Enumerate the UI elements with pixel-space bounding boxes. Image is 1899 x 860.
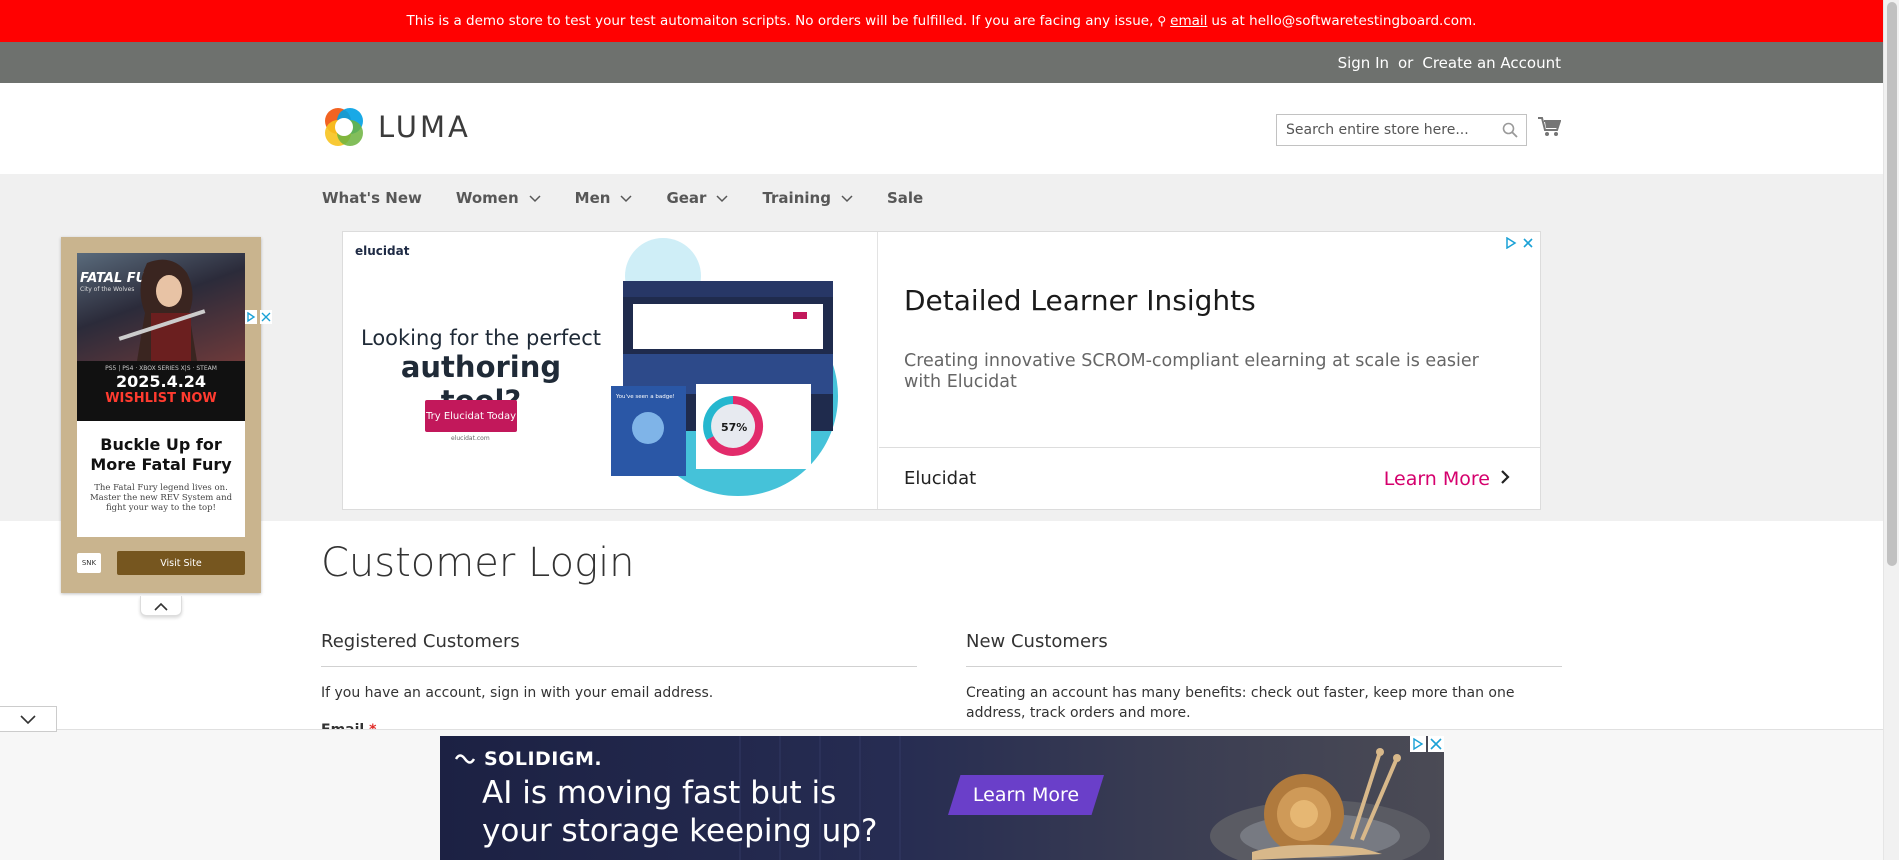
side-ad-choices[interactable] (245, 309, 272, 328)
anchor-ad-message: AI is moving fast but is your storage ke… (482, 774, 877, 850)
side-ad-card: Buckle Up for More Fatal Fury The Fatal … (77, 421, 245, 537)
ad-advertiser-name[interactable]: Elucidat (904, 468, 976, 489)
email-link[interactable]: email (1170, 13, 1207, 29)
luma-logo-icon (325, 108, 363, 146)
side-ad-date: 2025.4.24 (115, 372, 207, 391)
adchoices-icon[interactable] (245, 309, 257, 328)
nav-item-label: Gear (666, 188, 707, 207)
divider (321, 666, 917, 667)
new-customers-text: Creating an account has many benefits: c… (966, 685, 1515, 721)
solidigm-logo: SOLIDIGM. (454, 748, 602, 770)
side-ad-headline: Buckle Up for More Fatal Fury (90, 435, 232, 474)
demo-notice-contact: us at hello@softwaretestingboard.com. (1211, 13, 1477, 29)
nav-item-training[interactable]: Training (762, 188, 853, 207)
anchor-ad-collapse-button[interactable] (0, 706, 57, 732)
close-icon[interactable] (1522, 234, 1534, 253)
side-ad-visit-button[interactable]: Visit Site (117, 551, 245, 575)
top-links-bar: Sign In or Create an Account (0, 42, 1883, 83)
site-header: LUMA (0, 83, 1883, 174)
anchor-ad-learn-more-button[interactable]: Learn More (948, 775, 1104, 815)
chevron-up-icon (154, 596, 168, 615)
side-ad-release-block: PS5 | PS4 · XBOX SERIES X|S · STEAM 2025… (77, 361, 245, 421)
registered-customers-text: If you have an account, sign in with you… (321, 685, 714, 701)
nav-item-label: Training (762, 188, 831, 207)
page-scrollbar[interactable] (1883, 0, 1899, 860)
ad-learn-more-label: Learn More (1383, 468, 1490, 490)
sign-in-link[interactable]: Sign In (1338, 54, 1389, 72)
ad-banner-elucidat[interactable]: elucidat Looking for the perfect authori… (342, 231, 1541, 510)
nav-item-label: Men (574, 188, 611, 207)
side-ad-platforms: PS5 | PS4 · XBOX SERIES X|S · STEAM (105, 365, 217, 372)
ad-headline-line-1: Looking for the perfect (360, 326, 601, 350)
ad-badge-text: You've seen a badge! (615, 394, 675, 400)
ad-brand-logo: elucidat (355, 244, 410, 258)
chevron-down-icon (841, 189, 853, 207)
luma-logo[interactable]: LUMA (322, 105, 471, 149)
page-title: Customer Login (321, 540, 635, 586)
search-input[interactable] (1277, 115, 1487, 145)
adchoices-icon[interactable] (1410, 736, 1426, 756)
ad-cta-button[interactable]: Try Elucidat Today (425, 400, 517, 432)
ad-percent-label: 57% (721, 421, 747, 434)
chevron-right-icon (1500, 468, 1510, 490)
ad-title[interactable]: Detailed Learner Insights (904, 284, 1256, 317)
adchoices-icon[interactable] (1505, 234, 1517, 253)
divider (966, 666, 1562, 667)
anchor-ad-choices[interactable] (1410, 736, 1444, 756)
ad-choices[interactable] (1505, 234, 1534, 253)
close-icon[interactable] (1428, 736, 1444, 756)
anchor-ad-line-1: AI is moving fast but is (482, 775, 837, 811)
close-icon[interactable] (260, 309, 272, 328)
ad-divider (879, 447, 1540, 448)
nav-item-label: What's New (322, 188, 422, 207)
create-account-link[interactable]: Create an Account (1422, 54, 1561, 72)
cart-icon[interactable] (1537, 116, 1562, 142)
chevron-down-icon (529, 189, 541, 207)
chevron-down-icon (620, 189, 632, 207)
scrollbar-thumb[interactable] (1887, 2, 1897, 566)
search-icon[interactable] (1502, 122, 1518, 142)
side-ad-character-art (118, 259, 206, 361)
solidigm-logo-text: SOLIDIGM. (484, 748, 603, 770)
chevron-down-icon (20, 710, 36, 729)
demo-notice-text: This is a demo store to test your test a… (406, 13, 1154, 29)
nav-item-label: Women (455, 188, 519, 207)
key-icon: ⚲ (1157, 14, 1167, 28)
nav-item-gear[interactable]: Gear (666, 189, 728, 207)
nav-item-sale[interactable]: Sale (887, 189, 923, 207)
demo-notice-banner: This is a demo store to test your test a… (0, 0, 1883, 42)
side-ad-body: The Fatal Fury legend lives on. Master t… (89, 483, 233, 513)
snail-illustration (1252, 748, 1401, 860)
nav-item-women[interactable]: Women (456, 189, 541, 207)
ad-creative: elucidat Looking for the perfect authori… (343, 232, 878, 509)
ad-url: elucidat.com (451, 435, 490, 442)
side-ad-fatal-fury[interactable]: FATAL FURY City of the Wolves PS5 | PS4 … (61, 237, 272, 593)
side-ad-artwork: FATAL FURY City of the Wolves (77, 253, 245, 361)
nav-item-men[interactable]: Men (575, 189, 633, 207)
registered-customers-title: Registered Customers (321, 631, 520, 652)
solidigm-logo-icon (454, 754, 476, 764)
ad-learn-more-button[interactable]: Learn More (1384, 468, 1510, 490)
chevron-down-icon (716, 189, 728, 207)
new-customers-title: New Customers (966, 631, 1108, 652)
logo-text: LUMA (378, 110, 471, 144)
ad-description: Creating innovative SCROM-compliant elea… (904, 351, 1479, 392)
or-separator: or (1398, 53, 1414, 72)
snk-logo: SNK (77, 553, 101, 573)
ad-product-illustration: 57% You've seen a badge! (611, 238, 838, 496)
nav-item-label: Sale (886, 188, 924, 207)
side-ad-wishlist: WISHLIST NOW (105, 391, 217, 406)
search-box (1276, 114, 1527, 146)
side-ad-collapse-button[interactable] (140, 596, 182, 616)
nav-item-whats-new[interactable]: What's New (322, 189, 422, 207)
anchor-ad-line-2: your storage keeping up? (482, 813, 878, 849)
anchor-ad-solidigm[interactable]: SOLIDIGM. AI is moving fast but is your … (440, 736, 1444, 860)
